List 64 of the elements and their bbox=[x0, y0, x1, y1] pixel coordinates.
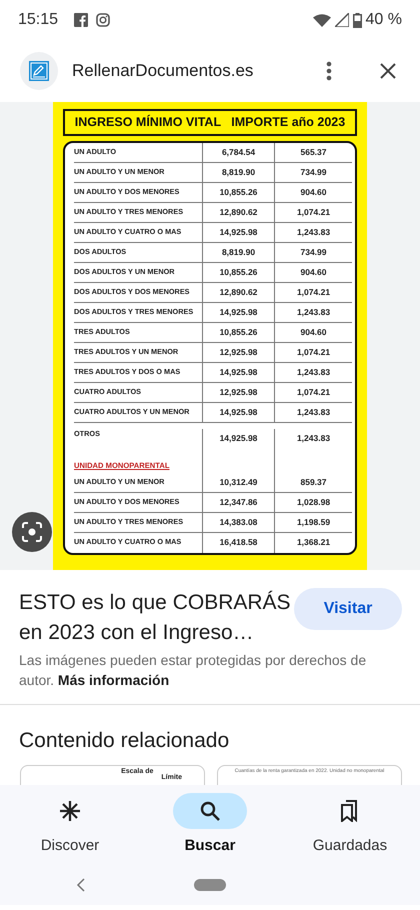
monthly-amount: 1,198.59 bbox=[274, 512, 352, 532]
monthly-amount: 1,243.83 bbox=[274, 402, 352, 422]
monthly-amount: 1,243.83 bbox=[274, 362, 352, 382]
document-title: INGRESO MÍNIMO VITAL IMPORTE año 2023 bbox=[63, 109, 357, 136]
close-icon[interactable] bbox=[380, 63, 396, 79]
annual-amount: 6,784.54 bbox=[202, 142, 274, 162]
monthly-amount: 1,243.83 bbox=[274, 302, 352, 322]
more-info-link[interactable]: Más información bbox=[58, 672, 170, 688]
monthly-amount: 904.60 bbox=[274, 182, 352, 202]
monthly-amount: 1,074.21 bbox=[274, 282, 352, 302]
nav-tab[interactable]: Discover bbox=[0, 792, 140, 858]
monthly-amount: 904.60 bbox=[274, 322, 352, 342]
annual-amount: 10,855.26 bbox=[202, 182, 274, 202]
annual-amount: 10,312.49 bbox=[202, 472, 274, 492]
monthly-amount: 1,074.21 bbox=[274, 342, 352, 362]
annual-amount: 12,925.98 bbox=[202, 382, 274, 402]
wifi-icon bbox=[312, 13, 331, 27]
home-pill[interactable] bbox=[194, 879, 226, 891]
annual-amount: 14,925.98 bbox=[202, 402, 274, 422]
asterisk-icon bbox=[59, 800, 81, 822]
back-icon[interactable] bbox=[76, 878, 86, 892]
status-time: 15:15 bbox=[18, 10, 58, 30]
monthly-amount: 734.99 bbox=[274, 242, 352, 262]
annual-amount: 14,925.98 bbox=[202, 428, 274, 449]
monthly-amount: 859.37 bbox=[274, 472, 352, 492]
annual-amount: 12,890.62 bbox=[202, 202, 274, 222]
annual-amount: 16,418.58 bbox=[202, 532, 274, 553]
lens-icon bbox=[21, 521, 43, 543]
copyright-notice: Las imágenes pueden estar protegidas por derechos de autor. Más información bbox=[18, 651, 368, 690]
monthly-amount: 1,243.83 bbox=[274, 428, 352, 449]
annual-amount: 8,819.90 bbox=[202, 162, 274, 182]
nav-tab[interactable]: Guardadas bbox=[280, 792, 420, 858]
monthly-amount: 565.37 bbox=[274, 142, 352, 162]
annual-amount: 14,383.08 bbox=[202, 512, 274, 532]
result-title: ESTO es lo que COBRARÁS en 2023 con el Ingreso… bbox=[19, 590, 292, 646]
signal-icon bbox=[334, 13, 349, 27]
annual-amount: 14,925.98 bbox=[202, 362, 274, 382]
nav-tab[interactable]: Buscar bbox=[140, 792, 280, 858]
more-icon[interactable] bbox=[326, 61, 332, 81]
facebook-icon bbox=[74, 13, 88, 27]
instagram-icon bbox=[96, 13, 110, 27]
search-icon bbox=[199, 800, 221, 822]
annual-amount: 10,855.26 bbox=[202, 322, 274, 342]
monthly-amount: 734.99 bbox=[274, 162, 352, 182]
section-heading: Contenido relacionado bbox=[18, 728, 230, 754]
pencil-icon bbox=[29, 61, 49, 81]
monthly-amount: 1,074.21 bbox=[274, 202, 352, 222]
monthly-amount: 1,368.21 bbox=[274, 532, 352, 553]
monthly-amount: 904.60 bbox=[274, 262, 352, 282]
annual-amount: 14,925.98 bbox=[202, 302, 274, 322]
monthly-amount: 1,028.98 bbox=[274, 492, 352, 512]
battery-icon bbox=[352, 12, 362, 28]
visit-button[interactable]: Visitar bbox=[294, 588, 402, 630]
site-name: RellenarDocumentos.es bbox=[72, 60, 254, 82]
annual-amount: 12,925.98 bbox=[202, 342, 274, 362]
annual-amount: 8,819.90 bbox=[202, 242, 274, 262]
annual-amount: 14,925.98 bbox=[202, 222, 274, 242]
monthly-amount: 1,243.83 bbox=[274, 222, 352, 242]
lens-button[interactable] bbox=[12, 512, 52, 552]
monthly-amount: 1,074.21 bbox=[274, 382, 352, 402]
annual-amount: 10,855.26 bbox=[202, 262, 274, 282]
annual-amount: 12,890.62 bbox=[202, 282, 274, 302]
annual-amount: 12,347.86 bbox=[202, 492, 274, 512]
battery-level: 40 % bbox=[366, 10, 402, 30]
